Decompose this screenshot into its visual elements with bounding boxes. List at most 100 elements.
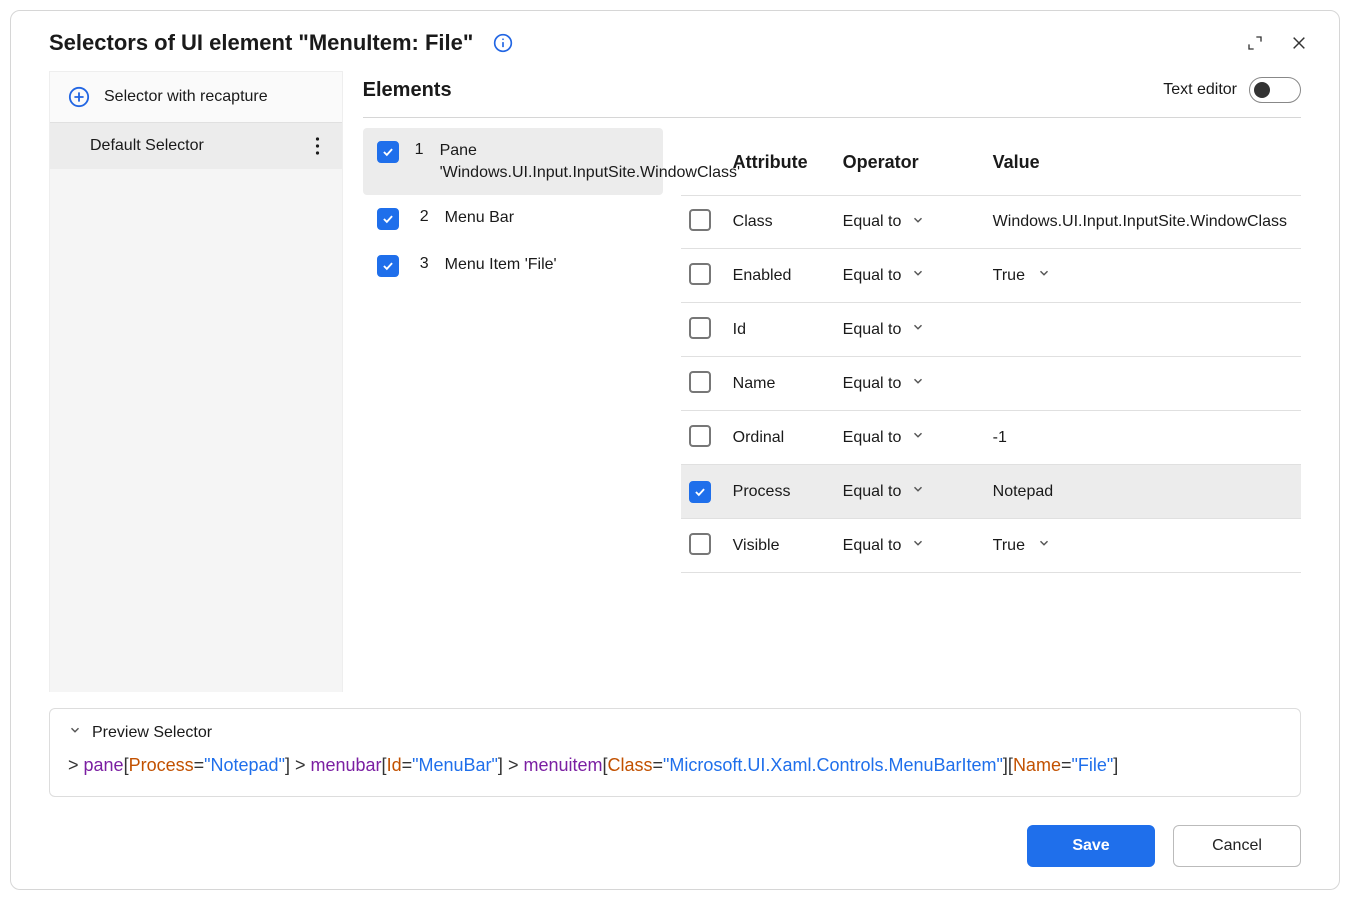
attribute-value: True — [993, 267, 1025, 285]
token-attr: Class — [608, 755, 653, 775]
new-selector-recapture[interactable]: Selector with recapture — [50, 72, 342, 123]
element-label: Menu Item 'File' — [445, 254, 649, 276]
operator-dropdown[interactable]: Equal to — [843, 536, 993, 555]
operator-label: Equal to — [843, 321, 902, 339]
token-br: = — [194, 755, 205, 775]
operator-dropdown[interactable]: Equal to — [843, 320, 993, 339]
operator-label: Equal to — [843, 375, 902, 393]
element-index: 1 — [415, 140, 424, 159]
attribute-checkbox[interactable] — [689, 425, 711, 447]
attribute-value: True — [993, 537, 1025, 555]
dialog-body: Selector with recapture Default Selector… — [11, 71, 1339, 692]
attribute-name: Id — [729, 321, 843, 339]
selector-list: Default Selector — [50, 123, 342, 169]
expand-icon[interactable] — [1239, 27, 1271, 59]
token-attr: Name — [1013, 755, 1061, 775]
element-checkbox[interactable] — [377, 141, 399, 163]
attribute-checkbox[interactable] — [689, 481, 711, 503]
token-br: ] — [1113, 755, 1118, 775]
attribute-name: Ordinal — [729, 429, 843, 447]
token-op: > — [68, 755, 84, 775]
dialog-header: Selectors of UI element "MenuItem: File" — [11, 11, 1339, 71]
attribute-row[interactable]: ProcessEqual toNotepad — [681, 465, 1301, 519]
token-tag: pane — [84, 755, 124, 775]
dialog-footer: Save Cancel — [11, 797, 1339, 889]
col-operator: Operator — [843, 152, 993, 173]
preview-label: Preview Selector — [92, 724, 212, 742]
elements-list: 1Pane 'Windows.UI.Input.InputSite.Window… — [363, 128, 673, 692]
preview-selector-panel: Preview Selector > pane[Process="Notepad… — [49, 708, 1301, 797]
operator-label: Equal to — [843, 537, 902, 555]
attribute-name: Process — [729, 483, 843, 501]
attribute-checkbox[interactable] — [689, 371, 711, 393]
chevron-down-icon[interactable] — [1037, 266, 1051, 285]
chevron-down-icon — [911, 374, 925, 393]
attributes-panel: Attribute Operator Value ClassEqual toWi… — [681, 128, 1301, 692]
attribute-row[interactable]: EnabledEqual to True — [681, 249, 1301, 303]
operator-dropdown[interactable]: Equal to — [843, 266, 993, 285]
chevron-down-icon — [911, 428, 925, 447]
more-options-icon[interactable] — [306, 134, 330, 158]
operator-label: Equal to — [843, 483, 902, 501]
info-icon[interactable] — [493, 33, 513, 53]
token-br: = — [653, 755, 664, 775]
element-row[interactable]: 1Pane 'Windows.UI.Input.InputSite.Window… — [363, 128, 663, 195]
element-index: 3 — [415, 254, 429, 273]
plus-circle-icon — [68, 86, 90, 108]
element-row[interactable]: 3 Menu Item 'File' — [363, 242, 663, 289]
token-str: "File" — [1071, 755, 1113, 775]
token-str: "MenuBar" — [412, 755, 498, 775]
operator-label: Equal to — [843, 267, 902, 285]
attribute-name: Enabled — [729, 267, 843, 285]
token-br: = — [1061, 755, 1072, 775]
element-checkbox[interactable] — [377, 255, 399, 277]
selectors-sidebar: Selector with recapture Default Selector — [49, 71, 343, 692]
attribute-value: Windows.UI.Input.InputSite.WindowClass — [993, 213, 1287, 230]
chevron-down-icon — [911, 320, 925, 339]
chevron-down-icon — [68, 723, 82, 742]
attribute-value: -1 — [993, 429, 1007, 446]
close-icon[interactable] — [1283, 27, 1315, 59]
chevron-down-icon — [911, 536, 925, 555]
operator-dropdown[interactable]: Equal to — [843, 213, 993, 232]
attribute-name: Name — [729, 375, 843, 393]
attribute-row[interactable]: VisibleEqual toTrue — [681, 519, 1301, 573]
preview-selector-toggle[interactable]: Preview Selector — [68, 723, 1282, 742]
preview-selector-code: > pane[Process="Notepad"] > menubar[Id="… — [68, 752, 1282, 780]
token-op: > — [290, 755, 311, 775]
cancel-button[interactable]: Cancel — [1173, 825, 1301, 867]
attribute-checkbox[interactable] — [689, 317, 711, 339]
col-value: Value — [993, 152, 1293, 173]
operator-dropdown[interactable]: Equal to — [843, 374, 993, 393]
divider — [363, 117, 1301, 118]
attribute-row[interactable]: IdEqual to — [681, 303, 1301, 357]
attribute-checkbox[interactable] — [689, 209, 711, 231]
selector-item[interactable]: Default Selector — [50, 123, 342, 169]
attributes-header: Attribute Operator Value — [681, 128, 1301, 195]
token-attr: Id — [387, 755, 402, 775]
token-tag: menuitem — [523, 755, 602, 775]
element-checkbox[interactable] — [377, 208, 399, 230]
attribute-checkbox[interactable] — [689, 533, 711, 555]
attribute-checkbox[interactable] — [689, 263, 711, 285]
element-label: Menu Bar — [445, 207, 649, 229]
token-tag: menubar — [311, 755, 382, 775]
operator-dropdown[interactable]: Equal to — [843, 428, 993, 447]
element-row[interactable]: 2 Menu Bar — [363, 195, 663, 242]
token-br: = — [402, 755, 413, 775]
attributes-rows: ClassEqual toWindows.UI.Input.InputSite.… — [681, 195, 1301, 573]
operator-dropdown[interactable]: Equal to — [843, 482, 993, 501]
new-selector-label: Selector with recapture — [104, 88, 268, 106]
save-button[interactable]: Save — [1027, 825, 1155, 867]
token-str: "Microsoft.UI.Xaml.Controls.MenuBarItem" — [663, 755, 1003, 775]
token-str: "Notepad" — [204, 755, 285, 775]
text-editor-toggle[interactable] — [1249, 77, 1301, 103]
panes: 1Pane 'Windows.UI.Input.InputSite.Window… — [363, 128, 1301, 692]
attribute-row[interactable]: NameEqual to — [681, 357, 1301, 411]
chevron-down-icon — [911, 482, 925, 501]
element-index: 2 — [415, 207, 429, 226]
chevron-down-icon — [911, 213, 925, 232]
chevron-down-icon[interactable] — [1037, 536, 1051, 555]
attribute-row[interactable]: OrdinalEqual to-1 — [681, 411, 1301, 465]
attribute-row[interactable]: ClassEqual toWindows.UI.Input.InputSite.… — [681, 195, 1301, 249]
